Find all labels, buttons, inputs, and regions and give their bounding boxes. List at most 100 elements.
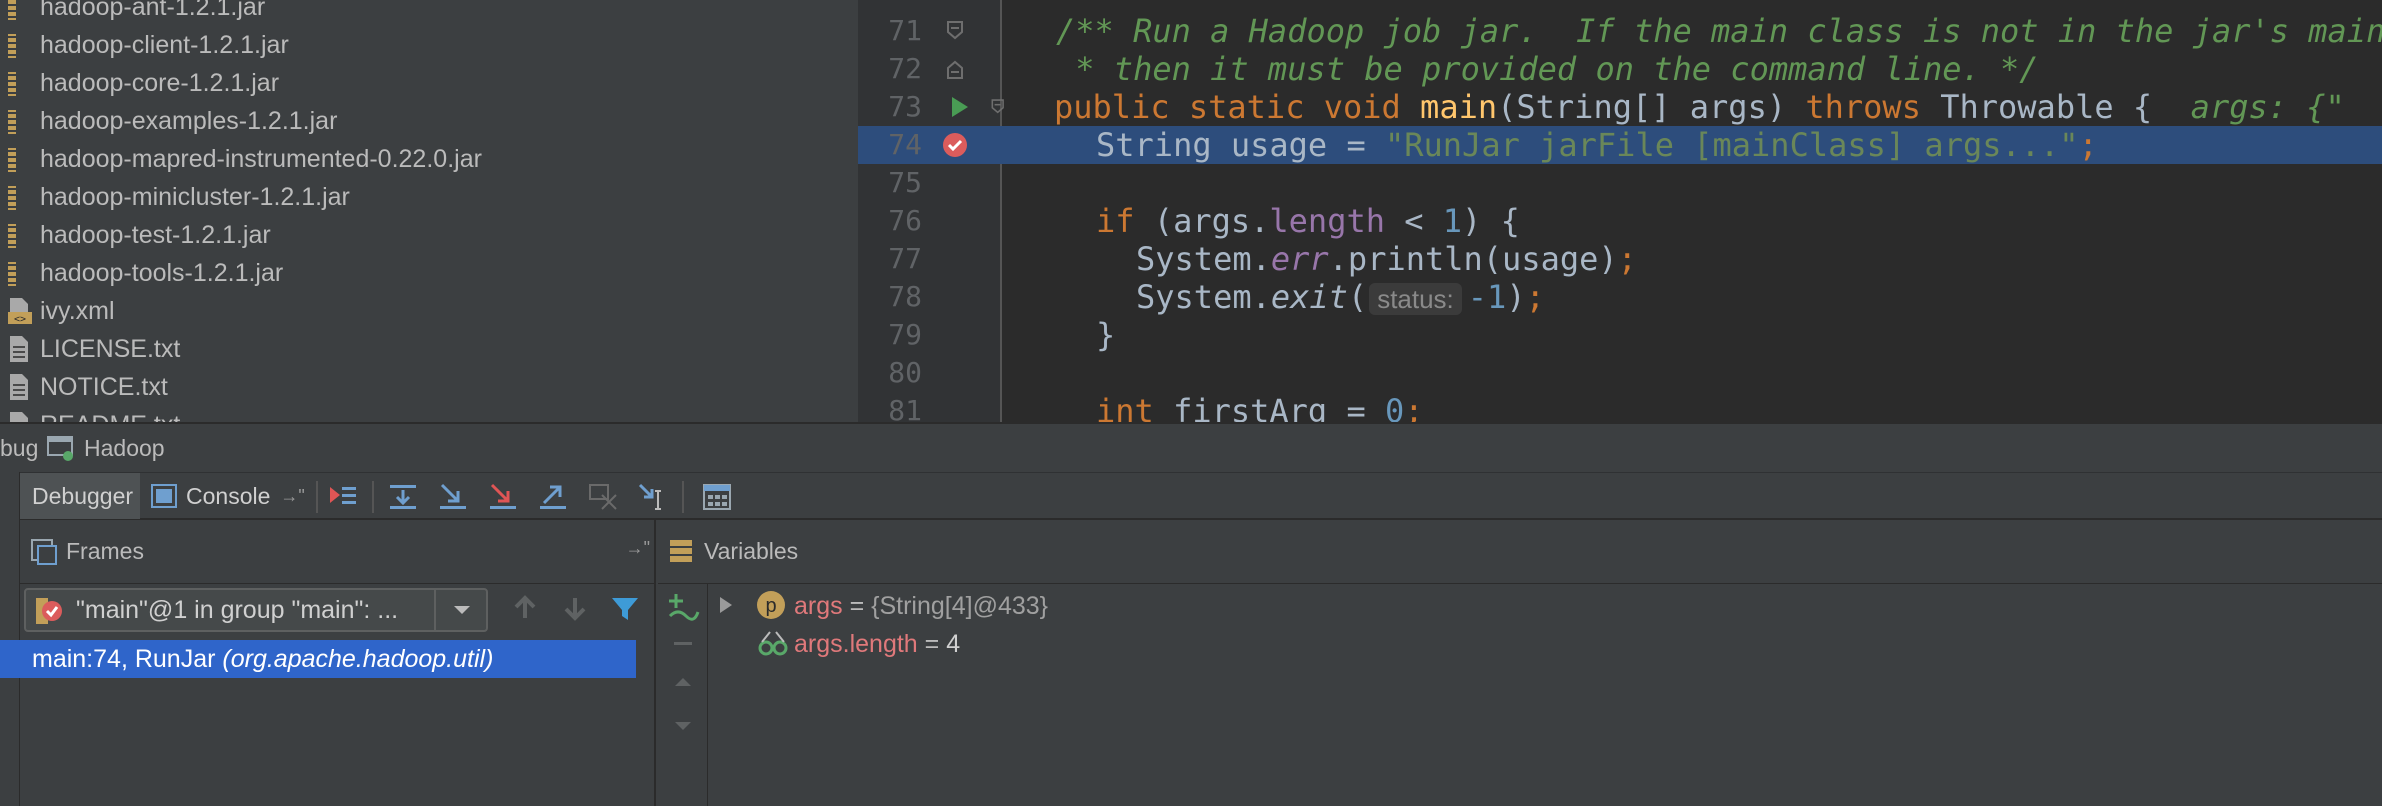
code-text: } <box>1096 316 1116 354</box>
line-number: 80 <box>888 356 922 389</box>
stack-frame-row[interactable]: main:74, RunJar (org.apache.hadoop.util) <box>0 640 636 678</box>
line-number: 78 <box>888 280 922 313</box>
next-frame-icon[interactable] <box>558 590 592 626</box>
xml-file-icon: <> <box>6 296 32 326</box>
variable-equals: = <box>917 630 947 658</box>
tree-item-label: ivy.xml <box>40 296 115 325</box>
code-line[interactable]: 73 public static void main(String[] args… <box>858 88 2382 126</box>
variables-panel: Variables p args = {String[4]@433} args.… <box>658 520 2382 806</box>
code-line[interactable]: 79 } <box>858 316 2382 354</box>
code-text: Throwable { <box>1920 88 2191 126</box>
semicolon: ; <box>1404 392 1424 422</box>
jar-icon <box>6 182 32 212</box>
current-execution-line[interactable]: 74 String usage = "RunJar jarFile [mainC… <box>858 126 2382 164</box>
stack-frame-package: (org.apache.hadoop.util) <box>222 645 494 673</box>
line-number: 72 <box>888 52 922 85</box>
force-step-into-icon[interactable] <box>486 481 520 513</box>
line-number: 74 <box>888 128 922 161</box>
code-line[interactable]: 80 <box>858 354 2382 392</box>
tree-item[interactable]: hadoop-examples-1.2.1.jar <box>0 102 858 140</box>
keyword-if: if <box>1096 202 1135 240</box>
code-line[interactable]: 76 if (args.length < 1) { <box>858 202 2382 240</box>
code-line[interactable]: 77 System.err.println(usage); <box>858 240 2382 278</box>
number-literal: 0 <box>1384 392 1405 422</box>
tree-item[interactable]: hadoop-client-1.2.1.jar <box>0 26 858 64</box>
variables-side-toolbar <box>658 584 708 806</box>
code-text: < <box>1384 202 1443 240</box>
code-line[interactable]: 81 int firstArg = 0; <box>858 392 2382 422</box>
tab-debugger[interactable]: Debugger <box>20 473 140 519</box>
fold-icon[interactable] <box>942 56 968 82</box>
watch-glasses-icon <box>758 630 788 658</box>
drop-frame-icon[interactable] <box>586 481 620 513</box>
tab-label: Debugger <box>32 482 134 509</box>
tree-item[interactable]: hadoop-tools-1.2.1.jar <box>0 254 858 292</box>
pin-tab-icon[interactable]: →" <box>280 486 304 507</box>
step-out-icon[interactable] <box>536 481 570 513</box>
line-number: 79 <box>888 318 922 351</box>
new-watch-icon[interactable] <box>666 590 700 624</box>
show-execution-point-icon[interactable] <box>326 481 360 513</box>
previous-frame-icon[interactable] <box>508 590 542 626</box>
tree-item[interactable]: NOTICE.txt <box>0 368 858 406</box>
variable-name: args <box>794 592 843 620</box>
thread-selector[interactable]: "main"@1 in group "main": ... <box>24 588 488 632</box>
tree-item[interactable]: README.txt <box>0 406 858 422</box>
code-text: ) { <box>1462 202 1520 240</box>
code-params: (String[] args) <box>1497 88 1806 126</box>
line-number: 75 <box>888 166 922 199</box>
code-text: .println(usage) <box>1328 240 1618 278</box>
tree-item-label: hadoop-core-1.2.1.jar <box>40 68 280 97</box>
jar-icon <box>6 258 32 288</box>
step-into-icon[interactable] <box>436 481 470 513</box>
tree-item[interactable]: hadoop-test-1.2.1.jar <box>0 216 858 254</box>
text-file-icon <box>6 372 32 402</box>
tree-item-label: hadoop-ant-1.2.1.jar <box>40 0 266 21</box>
tree-item-label: README.txt <box>40 411 180 423</box>
method-name: main <box>1420 88 1498 126</box>
tree-item[interactable]: LICENSE.txt <box>0 330 858 368</box>
breakpoint-icon[interactable] <box>942 132 968 158</box>
filter-icon[interactable] <box>608 590 642 626</box>
remove-watch-icon[interactable] <box>666 636 700 652</box>
tree-item-label: hadoop-minicluster-1.2.1.jar <box>40 182 350 211</box>
code-line[interactable]: 75 <box>858 164 2382 202</box>
expand-arrow-icon[interactable] <box>714 590 738 620</box>
code-text: ( <box>1347 278 1368 316</box>
line-number: 73 <box>888 90 922 123</box>
jar-icon <box>6 30 32 60</box>
pin-panel-icon[interactable]: →" <box>626 538 650 559</box>
project-tree: hadoop-ant-1.2.1.jar hadoop-client-1.2.1… <box>0 0 858 422</box>
semicolon: ; <box>2078 126 2098 164</box>
jar-icon <box>6 106 32 136</box>
tree-item[interactable]: <> ivy.xml <box>0 292 858 330</box>
code-line[interactable]: 78 System.exit(status: -1); <box>858 278 2382 316</box>
tree-item[interactable]: hadoop-minicluster-1.2.1.jar <box>0 178 858 216</box>
tree-item[interactable]: hadoop-core-1.2.1.jar <box>0 64 858 102</box>
tree-item[interactable]: hadoop-ant-1.2.1.jar <box>0 0 858 26</box>
tree-item[interactable]: hadoop-mapred-instrumented-0.22.0.jar <box>0 140 858 178</box>
chevron-down-icon[interactable] <box>434 590 486 630</box>
evaluate-expression-icon[interactable] <box>700 481 734 513</box>
fold-icon[interactable] <box>990 94 1010 120</box>
inline-debug-value: args: {" <box>2190 88 2345 126</box>
fold-icon[interactable] <box>942 18 968 44</box>
step-over-icon[interactable] <box>386 481 420 513</box>
thread-selector-value: "main"@1 in group "main": ... <box>76 596 399 624</box>
code-editor[interactable]: 71 /** Run a Hadoop job jar. If the main… <box>858 0 2382 422</box>
run-arrow-icon[interactable] <box>948 94 974 120</box>
svg-text:p: p <box>765 595 776 617</box>
code-line[interactable]: 72 * then it must be provided on the com… <box>858 50 2382 88</box>
console-icon <box>150 483 178 509</box>
move-up-icon[interactable] <box>666 670 700 694</box>
method-name: exit <box>1270 278 1348 316</box>
keyword-static: static <box>1188 88 1305 126</box>
text-file-icon <box>6 410 32 422</box>
run-to-cursor-icon[interactable] <box>636 481 670 513</box>
tab-console[interactable]: Console →" <box>150 473 310 519</box>
tree-item-label: hadoop-client-1.2.1.jar <box>40 30 289 59</box>
move-down-icon[interactable] <box>666 714 700 738</box>
run-config-tab[interactable]: Hadoop <box>84 435 165 462</box>
variable-equals: = <box>842 592 872 620</box>
code-line[interactable]: 71 /** Run a Hadoop job jar. If the main… <box>858 12 2382 50</box>
